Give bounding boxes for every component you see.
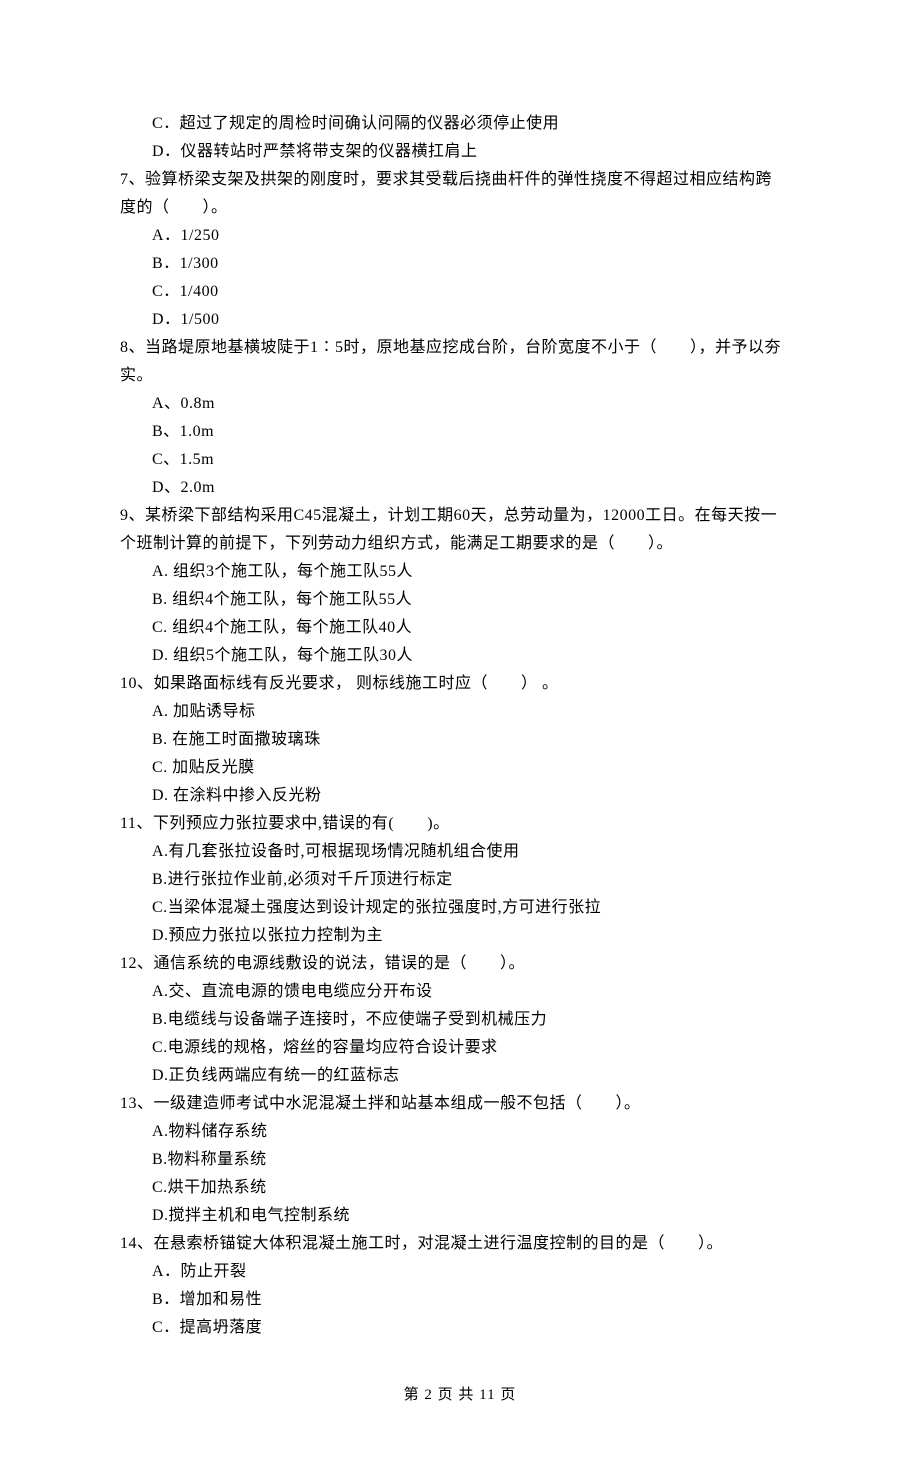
q13-option-b: B.物料称量系统 (120, 1146, 800, 1174)
q14-option-b: B．增加和易性 (120, 1286, 800, 1314)
q8-option-d: D、2.0m (120, 474, 800, 502)
q14-stem: 14、在悬索桥锚锭大体积混凝土施工时，对混凝土进行温度控制的目的是（ ）。 (120, 1230, 800, 1258)
document-page: C．超过了规定的周检时间确认问隔的仪器必须停止使用 D．仪器转站时严禁将带支架的… (0, 0, 920, 1468)
q11-option-b: B.进行张拉作业前,必须对千斤顶进行标定 (120, 866, 800, 894)
q9-option-c: C. 组织4个施工队，每个施工队40人 (120, 614, 800, 642)
q14-option-a: A．防止开裂 (120, 1258, 800, 1286)
q7-option-d: D．1/500 (120, 306, 800, 334)
q12-option-a: A.交、直流电源的馈电电缆应分开布设 (120, 978, 800, 1006)
q9-option-d: D. 组织5个施工队，每个施工队30人 (120, 642, 800, 670)
q11-option-d: D.预应力张拉以张拉力控制为主 (120, 922, 800, 950)
q7-option-b: B．1/300 (120, 250, 800, 278)
q10-option-a: A. 加贴诱导标 (120, 698, 800, 726)
q10-option-b: B. 在施工时面撒玻璃珠 (120, 726, 800, 754)
prev-option-d: D．仪器转站时严禁将带支架的仪器横扛肩上 (120, 138, 800, 166)
q13-option-c: C.烘干加热系统 (120, 1174, 800, 1202)
q7-option-a: A．1/250 (120, 222, 800, 250)
q13-option-d: D.搅拌主机和电气控制系统 (120, 1202, 800, 1230)
q13-option-a: A.物料储存系统 (120, 1118, 800, 1146)
q12-option-b: B.电缆线与设备端子连接时，不应使端子受到机械压力 (120, 1006, 800, 1034)
q10-option-c: C. 加贴反光膜 (120, 754, 800, 782)
q8-stem-line2: 实。 (120, 362, 800, 390)
q12-stem: 12、通信系统的电源线敷设的说法，错误的是（ ）。 (120, 950, 800, 978)
q8-option-a: A、0.8m (120, 390, 800, 418)
q10-stem: 10、如果路面标线有反光要求， 则标线施工时应（ ） 。 (120, 670, 800, 698)
q13-stem: 13、一级建造师考试中水泥混凝土拌和站基本组成一般不包括（ ）。 (120, 1090, 800, 1118)
q11-stem: 11、下列预应力张拉要求中,错误的有( )。 (120, 810, 800, 838)
q12-option-d: D.正负线两端应有统一的红蓝标志 (120, 1062, 800, 1090)
q7-stem-line2: 度的（ ）。 (120, 194, 800, 222)
q9-stem-line2: 个班制计算的前提下，下列劳动力组织方式，能满足工期要求的是（ ）。 (120, 530, 800, 558)
q8-stem-line1: 8、当路堤原地基横坡陡于1∶5时，原地基应挖成台阶，台阶宽度不小于（ ），并予以… (120, 334, 800, 362)
q12-option-c: C.电源线的规格，熔丝的容量均应符合设计要求 (120, 1034, 800, 1062)
prev-option-c: C．超过了规定的周检时间确认问隔的仪器必须停止使用 (120, 110, 800, 138)
q14-option-c: C．提高坍落度 (120, 1314, 800, 1342)
q11-option-c: C.当梁体混凝土强度达到设计规定的张拉强度时,方可进行张拉 (120, 894, 800, 922)
q9-option-b: B. 组织4个施工队，每个施工队55人 (120, 586, 800, 614)
page-footer: 第 2 页 共 11 页 (120, 1382, 800, 1408)
q11-option-a: A.有几套张拉设备时,可根据现场情况随机组合使用 (120, 838, 800, 866)
q7-option-c: C．1/400 (120, 278, 800, 306)
q8-option-c: C、1.5m (120, 446, 800, 474)
q8-option-b: B、1.0m (120, 418, 800, 446)
q10-option-d: D. 在涂料中掺入反光粉 (120, 782, 800, 810)
q9-option-a: A. 组织3个施工队，每个施工队55人 (120, 558, 800, 586)
q9-stem-line1: 9、某桥梁下部结构采用C45混凝土，计划工期60天，总劳动量为，12000工日。… (120, 502, 800, 530)
q7-stem-line1: 7、验算桥梁支架及拱架的刚度时，要求其受载后挠曲杆件的弹性挠度不得超过相应结构跨 (120, 166, 800, 194)
